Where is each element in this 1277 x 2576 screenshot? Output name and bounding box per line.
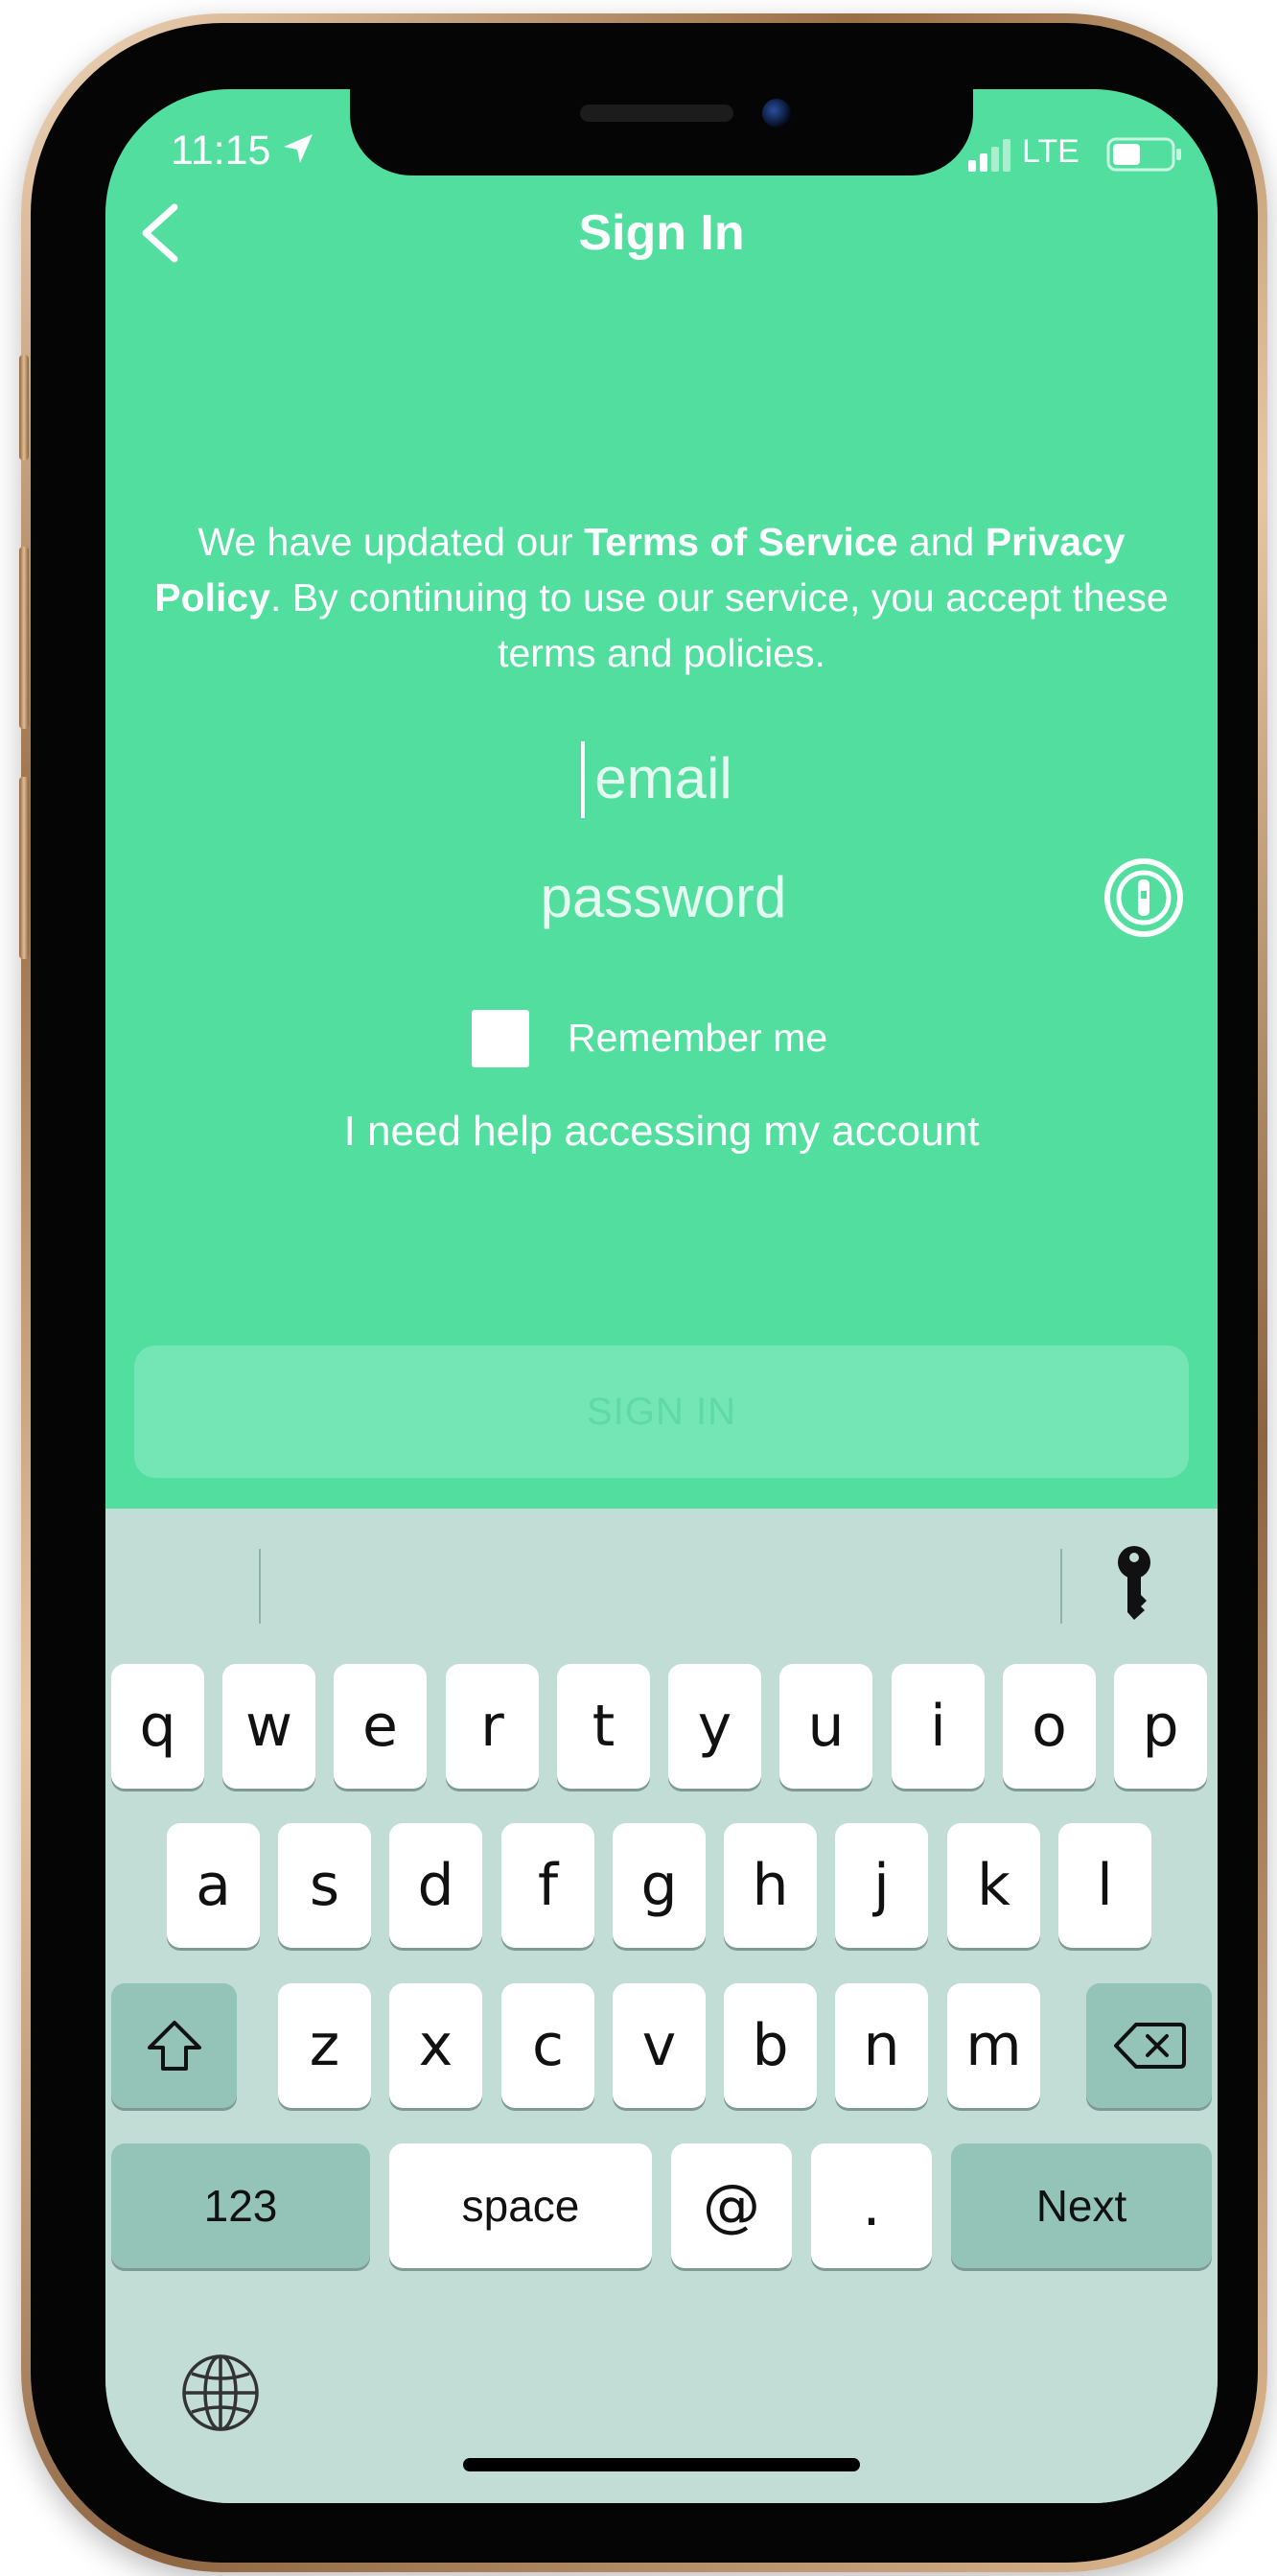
notch bbox=[350, 89, 973, 176]
suggestion-divider bbox=[1060, 1549, 1062, 1624]
key-s[interactable]: s bbox=[278, 1823, 371, 1948]
key-c[interactable]: c bbox=[501, 1983, 594, 2108]
numbers-key[interactable]: 123 bbox=[111, 2143, 370, 2268]
key-y[interactable]: y bbox=[668, 1664, 761, 1789]
period-key[interactable]: . bbox=[811, 2143, 932, 2268]
key-o[interactable]: o bbox=[1003, 1664, 1096, 1789]
home-indicator[interactable] bbox=[463, 2458, 860, 2471]
remember-me-label: Remember me bbox=[568, 1016, 828, 1060]
key-t[interactable]: t bbox=[557, 1664, 650, 1789]
email-input[interactable] bbox=[393, 734, 934, 822]
volume-down-button bbox=[19, 777, 29, 959]
terms-of-service-link[interactable]: Terms of Service bbox=[584, 520, 897, 564]
volume-up-button bbox=[19, 547, 29, 729]
key-f[interactable]: f bbox=[501, 1823, 594, 1948]
text-cursor bbox=[581, 741, 585, 818]
battery-icon bbox=[1106, 137, 1181, 172]
key-k[interactable]: k bbox=[947, 1823, 1040, 1948]
network-type: LTE bbox=[1022, 133, 1080, 170]
key-m[interactable]: m bbox=[947, 1983, 1040, 2108]
key-a[interactable]: a bbox=[167, 1823, 260, 1948]
key-b[interactable]: b bbox=[724, 1983, 817, 2108]
terms-notice: We have updated our Terms of Service and… bbox=[154, 520, 1169, 675]
key-q[interactable]: q bbox=[111, 1664, 204, 1789]
key-l[interactable]: l bbox=[1058, 1823, 1151, 1948]
key-u[interactable]: u bbox=[779, 1664, 872, 1789]
front-camera bbox=[762, 99, 791, 128]
location-arrow-icon bbox=[284, 134, 313, 163]
shift-icon bbox=[147, 2021, 201, 2071]
sign-in-button[interactable]: SIGN IN bbox=[134, 1346, 1189, 1478]
key-r[interactable]: r bbox=[446, 1664, 539, 1789]
delete-key[interactable] bbox=[1086, 1983, 1212, 2108]
key-p[interactable]: p bbox=[1114, 1664, 1207, 1789]
suggestion-divider bbox=[259, 1549, 261, 1624]
help-access-link[interactable]: I need help accessing my account bbox=[105, 1108, 1218, 1156]
key-x[interactable]: x bbox=[389, 1983, 482, 2108]
screen: 11:15 LTE Sign In We have updated our Te… bbox=[105, 89, 1218, 2503]
signal-bars-icon bbox=[968, 139, 1010, 172]
shift-key[interactable] bbox=[111, 1983, 237, 2108]
space-key[interactable]: space bbox=[389, 2143, 652, 2268]
silent-switch bbox=[19, 355, 29, 460]
speaker bbox=[580, 105, 733, 122]
remember-me-checkbox[interactable] bbox=[472, 1010, 529, 1067]
key-icon[interactable] bbox=[1112, 1545, 1156, 1620]
key-z[interactable]: z bbox=[278, 1983, 371, 2108]
globe-icon[interactable] bbox=[180, 2353, 261, 2433]
key-i[interactable]: i bbox=[892, 1664, 985, 1789]
key-d[interactable]: d bbox=[389, 1823, 482, 1948]
key-w[interactable]: w bbox=[222, 1664, 315, 1789]
status-time: 11:15 bbox=[171, 128, 271, 174]
key-g[interactable]: g bbox=[613, 1823, 706, 1948]
next-key[interactable]: Next bbox=[951, 2143, 1212, 2268]
password-input[interactable] bbox=[393, 853, 934, 941]
key-h[interactable]: h bbox=[724, 1823, 817, 1948]
key-v[interactable]: v bbox=[613, 1983, 706, 2108]
at-key[interactable]: @ bbox=[671, 2143, 792, 2268]
page-title: Sign In bbox=[578, 205, 745, 261]
key-e[interactable]: e bbox=[334, 1664, 427, 1789]
keyboard: q w e r t y u i o p a s d f g h j k l z … bbox=[105, 1509, 1218, 2503]
key-j[interactable]: j bbox=[835, 1823, 928, 1948]
backspace-icon bbox=[1113, 2023, 1186, 2069]
key-n[interactable]: n bbox=[835, 1983, 928, 2108]
onepassword-icon[interactable] bbox=[1103, 856, 1185, 939]
